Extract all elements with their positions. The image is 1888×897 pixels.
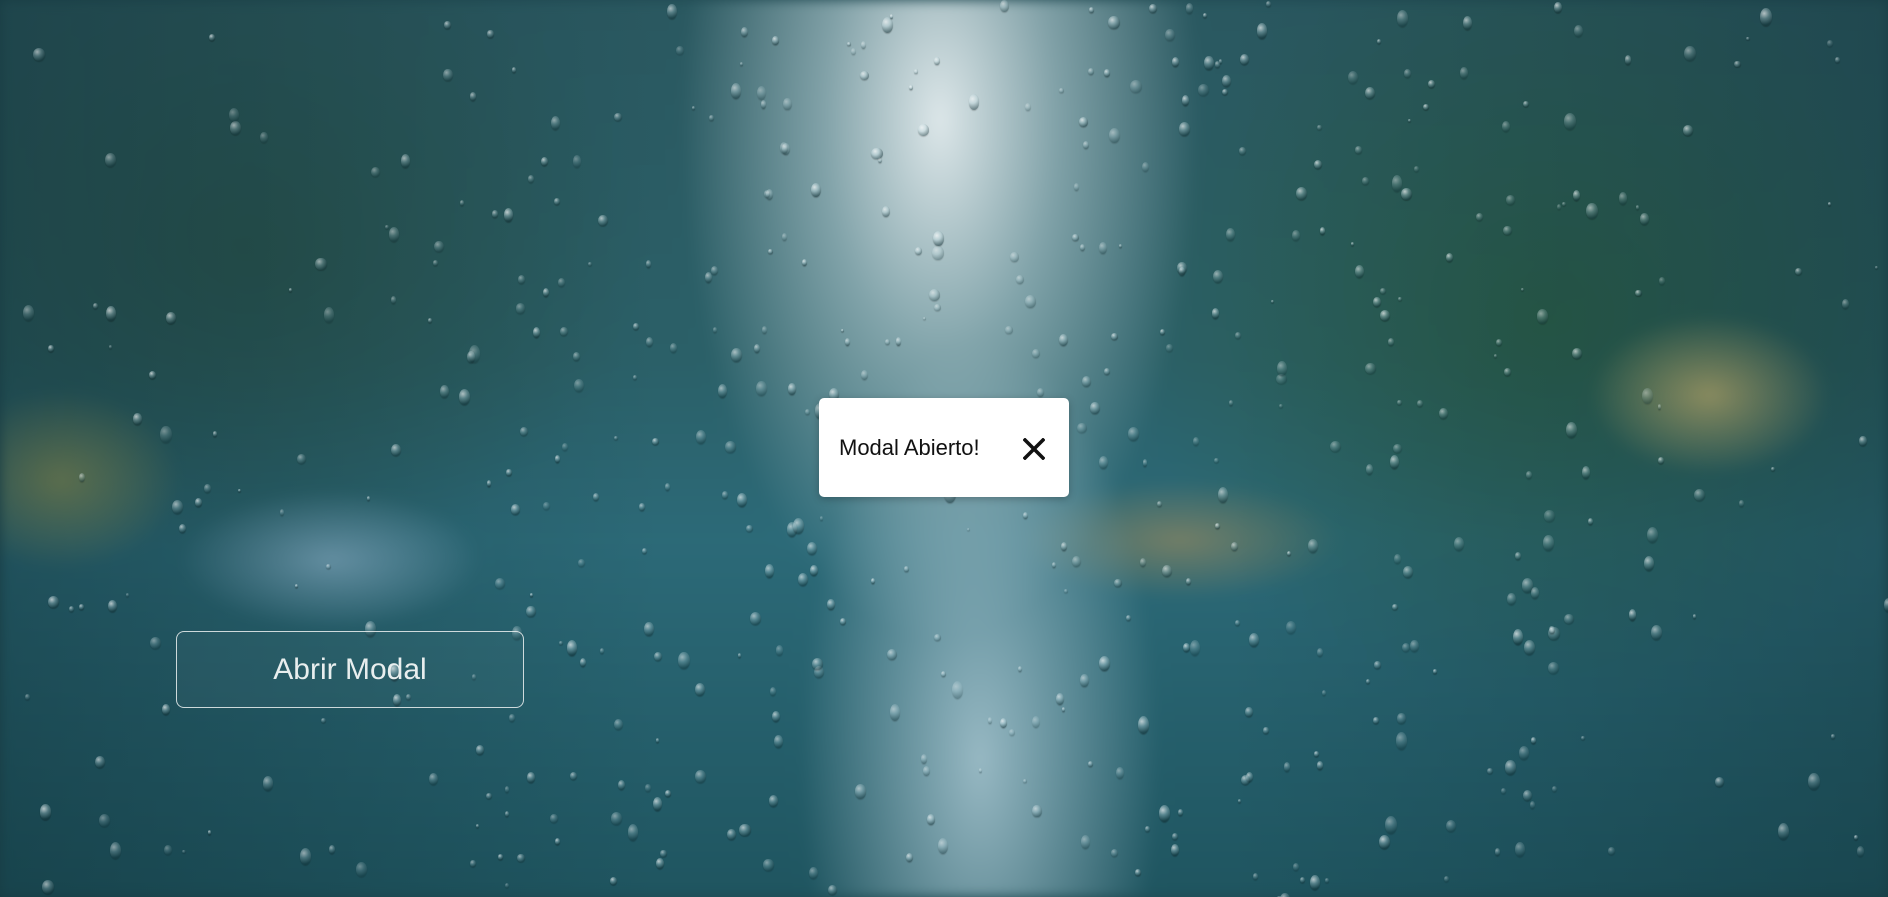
- modal-dialog: Modal Abierto!: [819, 398, 1069, 497]
- close-modal-button[interactable]: [1020, 435, 1048, 463]
- modal-message: Modal Abierto!: [839, 434, 980, 460]
- page: Abrir Modal Modal Abierto!: [0, 0, 1888, 897]
- close-icon: [1023, 438, 1045, 460]
- open-modal-button[interactable]: Abrir Modal: [176, 631, 524, 708]
